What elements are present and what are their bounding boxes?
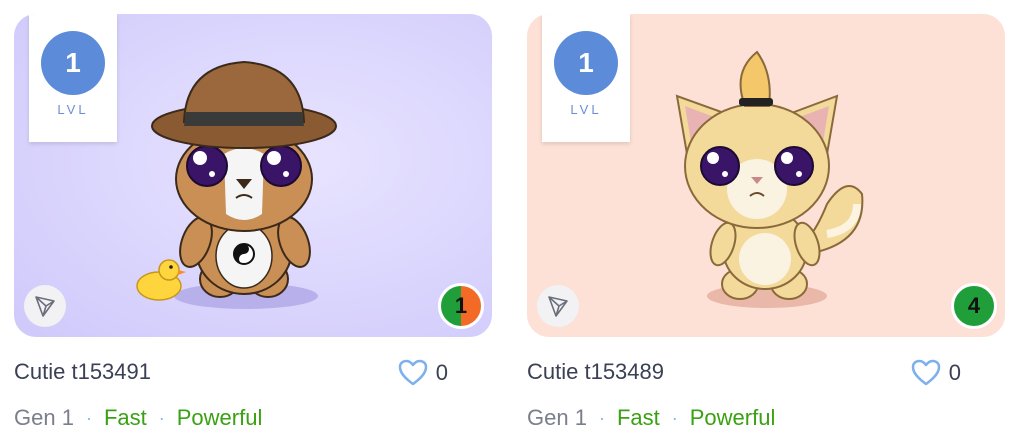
like-button[interactable]: 0 (911, 359, 961, 387)
separator-dot: · (598, 407, 605, 428)
separator-dot: · (158, 407, 165, 428)
like-count: 0 (948, 360, 961, 385)
trait-fast: Fast (103, 405, 147, 430)
tron-icon (537, 285, 579, 327)
level-label: LVL (57, 102, 89, 117)
like-count: 0 (435, 360, 448, 385)
cutie-card[interactable]: 1 LVL 1 Cutie t153491 0 Gen 1 · Fast · P… (14, 14, 492, 430)
trait-powerful: Powerful (689, 405, 776, 430)
generation-label: Gen 1 (527, 405, 587, 430)
trait-powerful: Powerful (176, 405, 263, 430)
trait-fast: Fast (616, 405, 660, 430)
generation-label: Gen 1 (14, 405, 74, 430)
breed-count-badge: 1 (438, 283, 484, 329)
level-number: 1 (41, 31, 105, 95)
cutie-artwork[interactable]: 1 LVL 4 (527, 14, 1005, 337)
like-button[interactable]: 0 (398, 359, 448, 387)
level-tag: 1 LVL (542, 14, 630, 142)
cutie-name[interactable]: Cutie t153489 (527, 359, 664, 385)
cutie-traits: Gen 1 · Fast · Powerful (527, 405, 775, 431)
heart-icon[interactable] (911, 359, 941, 387)
breed-count: 4 (967, 293, 981, 318)
breed-count: 1 (454, 293, 468, 318)
cutie-traits: Gen 1 · Fast · Powerful (14, 405, 262, 431)
cutie-name[interactable]: Cutie t153491 (14, 359, 151, 385)
separator-dot: · (85, 407, 92, 428)
separator-dot: · (671, 407, 678, 428)
cutie-card[interactable]: 1 LVL 4 Cutie t153489 0 Gen 1 · Fast · P… (527, 14, 1005, 430)
level-tag: 1 LVL (29, 14, 117, 142)
level-label: LVL (570, 102, 602, 117)
heart-icon[interactable] (398, 359, 428, 387)
level-number: 1 (554, 31, 618, 95)
breed-count-badge: 4 (951, 283, 997, 329)
cutie-artwork[interactable]: 1 LVL 1 (14, 14, 492, 337)
tron-icon (24, 285, 66, 327)
